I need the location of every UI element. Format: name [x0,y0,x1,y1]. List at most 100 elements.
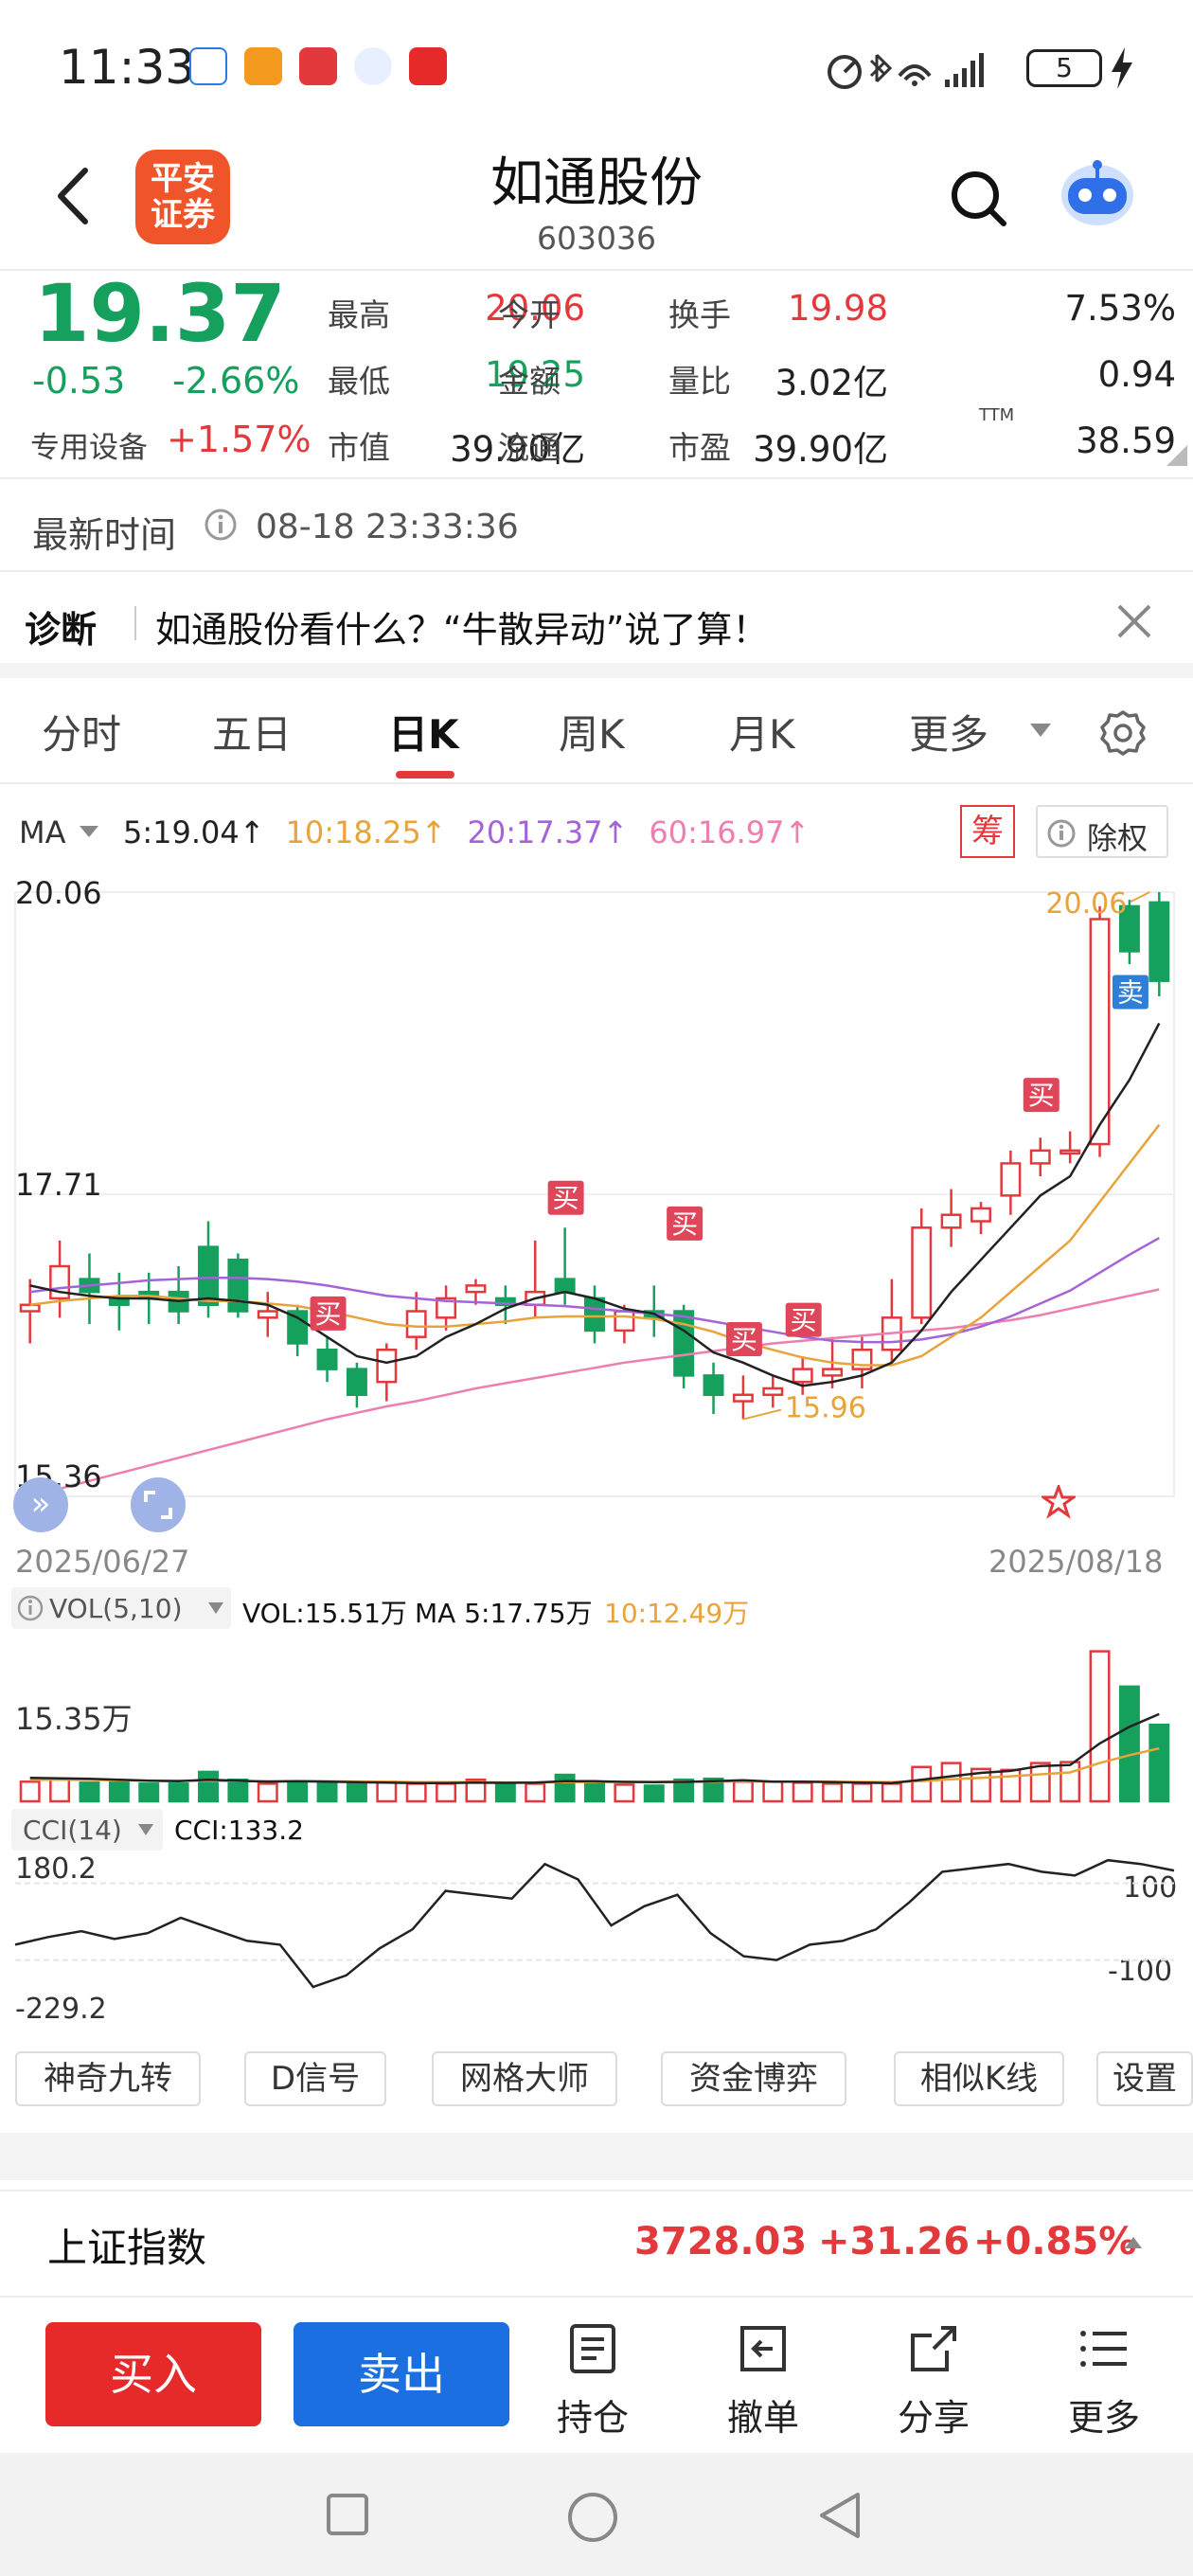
ma-dropdown-icon[interactable] [78,824,100,839]
tool-settings-button[interactable]: 设置 [1096,2051,1193,2106]
tab-more[interactable]: 更多 [909,703,988,760]
holdings-icon [570,2324,615,2373]
expand-corner-icon[interactable] [1166,445,1187,466]
volume-bar [436,1782,457,1803]
share-label: 分享 [897,2397,970,2439]
tab-five-day[interactable]: 五日 [212,703,292,760]
sector-change-pct: +1.57% [167,419,312,460]
candle-body [405,1310,427,1338]
cancel-order-button[interactable]: 撤单 [706,2320,820,2441]
volume-bar [732,1780,754,1803]
candle-body [198,1245,219,1306]
candle-body [376,1349,398,1384]
info-icon[interactable] [205,509,237,541]
tool-d-signal-button[interactable]: D信号 [244,2051,386,2106]
volume-bar [940,1762,962,1803]
tab-minute[interactable]: 分时 [42,703,121,760]
chevron-up-icon[interactable] [1123,2235,1144,2250]
current-price: 19.37 [34,267,286,360]
volume-bar [405,1782,427,1803]
tool-grid-master-button[interactable]: 网格大师 [432,2051,617,2106]
ma-label[interactable]: MA [19,814,66,850]
cancel-order-icon [740,2326,786,2371]
high-marker-label: 20.06 [1045,887,1127,921]
x-label-end: 2025/08/18 [988,1544,1164,1580]
index-name[interactable]: 上证指数 [47,2216,206,2274]
volume-chart[interactable] [0,1629,1193,1805]
settings-gear-icon[interactable] [1098,708,1148,758]
stat-value: 7.53% [1064,288,1176,329]
volume-bar [79,1781,100,1803]
close-icon[interactable] [1113,600,1155,642]
divider [0,570,1193,572]
divider [0,2190,1193,2191]
ex-right-button[interactable]: 除权 [1036,805,1168,858]
share-button[interactable]: 分享 [877,2320,990,2441]
candle-body [822,1368,844,1377]
volume-bar [554,1773,576,1803]
fullscreen-icon[interactable] [131,1477,186,1532]
latest-time-value: 08-18 23:33:36 [256,508,519,546]
stat-label: 金额 [498,363,561,400]
ma-legend-values: 5:19.04↑ 10:18.25↑ 20:17.37↑ 60:16.97↑ [123,814,830,850]
svg-text:买: 买 [315,1298,342,1330]
candle-body [614,1310,635,1333]
tab-monthly-k[interactable]: 月K [729,703,795,760]
candle-body [1029,1149,1051,1165]
volume-bar [911,1765,933,1803]
more-label: 更多 [1067,2397,1140,2439]
cci-chart[interactable] [0,1847,1193,2017]
recent-apps-icon[interactable] [326,2493,369,2536]
stat-label: 换手 [668,296,731,333]
stock-code: 603036 [537,220,656,257]
buy-signal-marker: 买 [547,1180,584,1215]
diagnosis-text[interactable]: 如通股份看什么？“牛散异动”说了算！ [155,600,768,653]
svg-text:卖: 卖 [1117,977,1144,1009]
sector-name[interactable]: 专用设备 [30,423,148,466]
charging-icon [1112,47,1132,89]
ma-legend-item: 20:17.37↑ [467,814,629,850]
candle-body [1059,1149,1081,1155]
index-value: 3728.03 [634,2220,808,2263]
chevron-down-icon [138,1824,153,1835]
buy-button[interactable]: 买入 [45,2322,261,2426]
volume-bar [227,1778,249,1803]
home-app-icon [189,47,227,85]
y-tick-mid: 17.71 [15,1167,102,1203]
sell-button[interactable]: 卖出 [294,2322,509,2426]
broker-logo: 平安 证券 [135,150,230,244]
expand-left-icon[interactable]: » [13,1477,68,1532]
stat-label: 今开 [498,296,561,333]
candle-body [673,1310,695,1377]
tool-magic-nine-button[interactable]: 神奇九转 [15,2051,201,2106]
search-icon[interactable] [947,167,1009,229]
tab-daily-k[interactable]: 日K [388,703,459,760]
more-button[interactable]: 更多 [1047,2320,1161,2441]
divider [0,477,1193,479]
chip-distribution-button[interactable]: 筹 [960,805,1015,858]
back-icon[interactable] [49,163,97,229]
svg-text:买: 买 [671,1208,698,1240]
tool-fund-game-button[interactable]: 资金博弈 [661,2051,846,2106]
volume-bar [494,1783,516,1803]
candle-body [584,1297,605,1333]
volume-bar [287,1781,309,1803]
chevron-down-icon[interactable] [1028,722,1053,739]
event-star-icon[interactable] [1042,1485,1076,1519]
assistant-robot-icon[interactable] [1055,157,1140,229]
volume-indicator-selector[interactable]: VOL(5,10) [11,1587,231,1629]
volume-bar [168,1782,189,1803]
home-icon[interactable] [566,2491,619,2544]
holdings-button[interactable]: 持仓 [536,2320,650,2441]
candle-body [554,1278,576,1294]
cci-indicator-selector[interactable]: CCI(14) [11,1809,163,1851]
diagnosis-tag: 诊断 [25,609,98,651]
divider [134,606,136,640]
kline-chart[interactable]: 买买买买买买卖20.0615.96 [0,871,1193,1553]
candle-body [911,1226,933,1319]
tool-similar-k-button[interactable]: 相似K线 [894,2051,1064,2106]
tab-weekly-k[interactable]: 周K [559,703,625,760]
back-nav-icon[interactable] [816,2491,864,2540]
candle-body [316,1349,338,1370]
cancel-order-label: 撤单 [726,2397,799,2439]
